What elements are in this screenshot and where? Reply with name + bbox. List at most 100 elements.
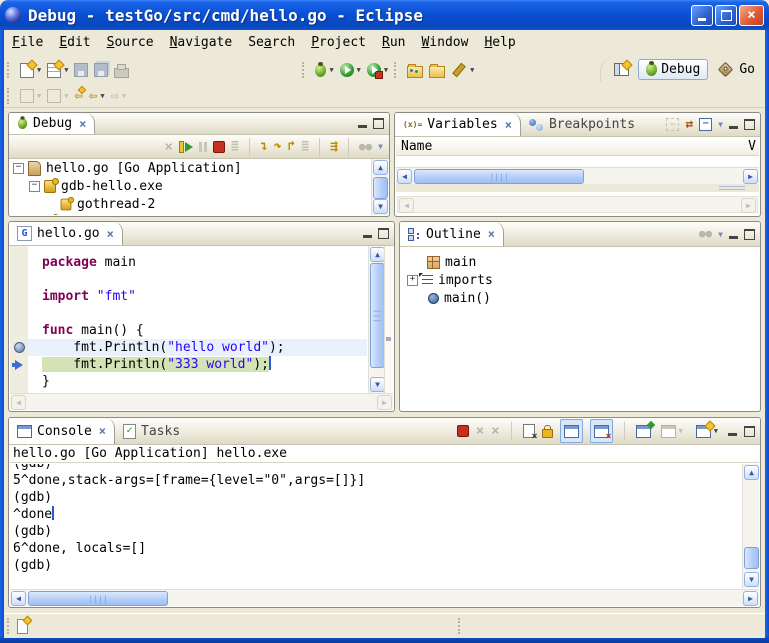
outline-item-imports[interactable]: + imports [401,271,759,289]
scroll-up-button[interactable]: ▲ [370,247,385,262]
new-wizard-button[interactable]: ▼ [17,59,44,81]
maximize-view-button[interactable] [744,119,755,130]
run-launch-button[interactable]: ▼ [337,59,364,81]
close-tab-icon[interactable]: × [99,424,106,438]
collapse-expander-icon[interactable]: − [29,181,40,192]
outline-item-package[interactable]: main [401,253,759,271]
maximize-view-button[interactable] [378,228,389,239]
expand-expander-icon[interactable]: + [407,275,418,286]
close-tab-icon[interactable]: × [505,118,512,132]
variables-hscrollbar[interactable]: ◀ |||| ▶ [396,167,759,184]
close-tab-icon[interactable]: × [107,227,114,241]
minimize-window-button[interactable] [691,5,713,26]
show-logical-structure-button[interactable]: ⇄ [685,118,693,131]
scroll-down-button[interactable]: ▼ [370,377,385,392]
maximize-view-button[interactable] [744,426,755,437]
use-step-filters-button[interactable]: ⇶ [330,140,338,153]
breakpoint-icon[interactable] [10,339,28,356]
maximize-view-button[interactable] [744,229,755,240]
terminate-button[interactable] [213,141,225,153]
debug-launch-button[interactable]: ▼ [312,59,336,81]
collapse-all-button[interactable]: − [699,118,712,131]
view-menu-icon[interactable]: ▼ [718,120,723,129]
step-over-button[interactable]: ↷ [274,140,282,153]
pin-console-button[interactable] [636,425,651,438]
debug-tree-vscrollbar[interactable]: ▲ ▼ [371,159,388,215]
overview-ruler[interactable] [384,246,393,393]
scrollbar-thumb[interactable]: |||| [28,591,168,606]
close-tab-icon[interactable]: × [488,227,495,241]
menu-window[interactable]: Window [413,33,476,52]
variables-detail-pane[interactable]: ◀ ▶ [396,192,759,215]
scroll-left-button[interactable]: ◀ [397,169,412,184]
toolbar-drag-handle[interactable] [7,62,12,78]
toolbar-drag-handle[interactable] [302,62,307,78]
terminate-button[interactable] [457,425,469,437]
step-return-button[interactable]: ↱ [287,140,295,153]
scroll-left-button[interactable]: ◀ [11,591,26,606]
debug-tree-item-process[interactable]: − gdb-hello.exe [10,177,371,195]
outline-tree[interactable]: main + imports main() [401,247,759,410]
code-editor[interactable]: package mainimport "fmt"func main() { fm… [10,246,367,393]
minimize-view-button[interactable] [363,235,372,238]
search-annotations-button[interactable]: ▼ [448,59,477,81]
scroll-up-button[interactable]: ▲ [373,160,388,175]
tab-console[interactable]: Console × [9,418,115,444]
variables-column-headers[interactable]: Name V [396,137,759,156]
annotation-mark[interactable] [386,337,391,341]
toolbar-drag-handle[interactable] [394,62,399,78]
tab-hello-go[interactable]: G hello.go × [9,222,123,245]
scroll-right-button[interactable]: ▶ [743,169,758,184]
outline-item-main-func[interactable]: main() [401,289,759,307]
console-hscrollbar[interactable]: ◀ |||| ▶ [10,589,759,606]
scroll-up-button[interactable]: ▲ [744,465,759,480]
back-to-edit-button[interactable]: ⇦ [71,85,85,107]
minimize-view-button[interactable] [729,236,738,239]
debug-tree[interactable]: − hello.go [Go Application] − gdb-hello.… [10,159,371,215]
editor-vscrollbar[interactable]: ▲ ||| ▼ [368,246,385,393]
minimize-view-button[interactable] [729,126,738,129]
step-into-button[interactable]: ↴ [260,140,268,153]
debug-tree-item-thread[interactable]: gothread-2 [10,195,371,213]
clear-console-button[interactable] [523,424,535,438]
menu-navigate[interactable]: Navigate [162,33,241,52]
menu-search[interactable]: Search [240,33,303,52]
scrollbar-thumb[interactable] [744,547,759,569]
menu-edit[interactable]: Edit [51,33,98,52]
debug-tree-item-partial[interactable]: + [10,213,371,215]
tab-outline[interactable]: Outline × [400,222,504,246]
scroll-down-button[interactable]: ▼ [373,199,388,214]
instruction-pointer-icon[interactable] [10,356,28,373]
back-button[interactable]: ⇦▼ [86,85,108,107]
variables-table-empty[interactable] [396,156,759,167]
open-file-button[interactable] [426,59,448,81]
close-tab-icon[interactable]: × [79,117,86,131]
tab-tasks[interactable]: ✓ Tasks [115,418,188,444]
open-console-button[interactable]: ▼ [693,420,721,442]
minimize-view-button[interactable] [358,125,367,128]
tab-breakpoints[interactable]: Breakpoints [521,113,643,136]
maximize-view-button[interactable] [373,118,384,129]
menu-file[interactable]: File [4,33,51,52]
view-menu-icon[interactable]: ▼ [378,142,383,151]
maximize-window-button[interactable] [715,5,737,26]
perspective-go-button[interactable]: Go [714,60,759,79]
variables-detail-sash[interactable] [396,184,759,192]
toolbar-drag-handle[interactable] [7,88,12,104]
scroll-lock-button[interactable] [542,429,553,438]
scroll-down-button[interactable]: ▼ [744,572,759,587]
scrollbar-thumb[interactable]: |||| [414,169,584,184]
perspective-debug-button[interactable]: Debug [638,59,708,80]
menu-help[interactable]: Help [476,33,523,52]
fast-view-button[interactable] [17,619,28,634]
open-resource-button[interactable] [404,59,426,81]
column-value[interactable]: V [748,139,759,154]
open-perspective-button[interactable] [611,58,632,80]
view-menu-icon[interactable]: ▼ [718,230,723,239]
console-output[interactable]: (gdb) 5^done,stack-args=[frame={level="0… [10,464,741,588]
console-vscrollbar[interactable]: ▲ ▼ [742,464,759,588]
minimize-view-button[interactable] [728,433,737,436]
external-tools-button[interactable]: ▼ [364,59,391,81]
collapse-expander-icon[interactable]: − [13,163,24,174]
tab-variables[interactable]: (x)= Variables × [395,113,521,136]
